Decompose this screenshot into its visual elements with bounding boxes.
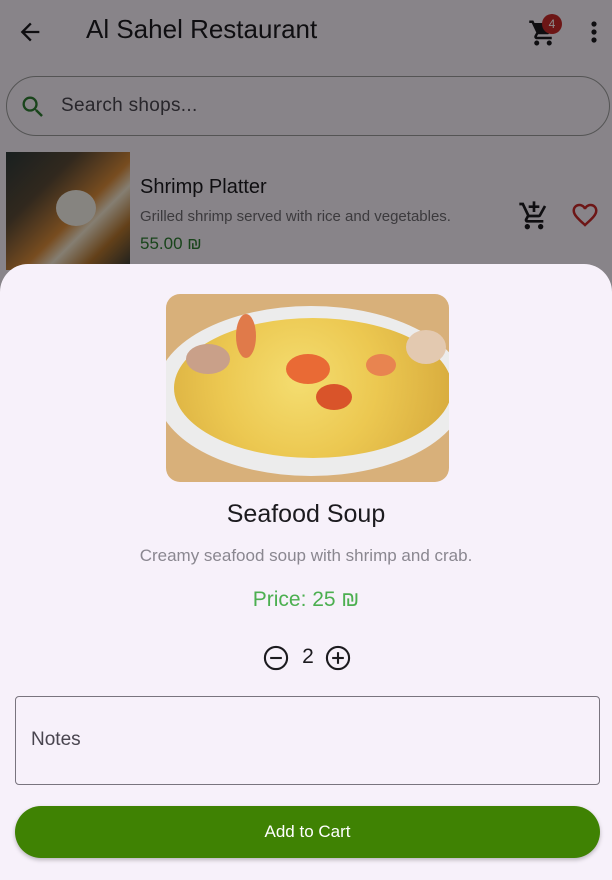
product-description: Creamy seafood soup with shrimp and crab… — [139, 546, 473, 565]
quantity-value: 2 — [302, 645, 314, 668]
plus-circle-icon[interactable] — [324, 644, 352, 672]
product-image — [166, 294, 449, 482]
notes-placeholder: Notes — [31, 729, 81, 750]
product-title: Seafood Soup — [226, 500, 386, 528]
product-price: Price: 25 ₪ — [252, 588, 360, 611]
notes-field[interactable]: Notes — [15, 696, 600, 785]
add-to-cart-button[interactable]: Add to Cart — [15, 806, 600, 858]
quantity-stepper: 2 — [262, 644, 354, 672]
product-bottom-sheet: Seafood Soup Creamy seafood soup with sh… — [0, 264, 612, 880]
minus-circle-icon[interactable] — [262, 644, 290, 672]
